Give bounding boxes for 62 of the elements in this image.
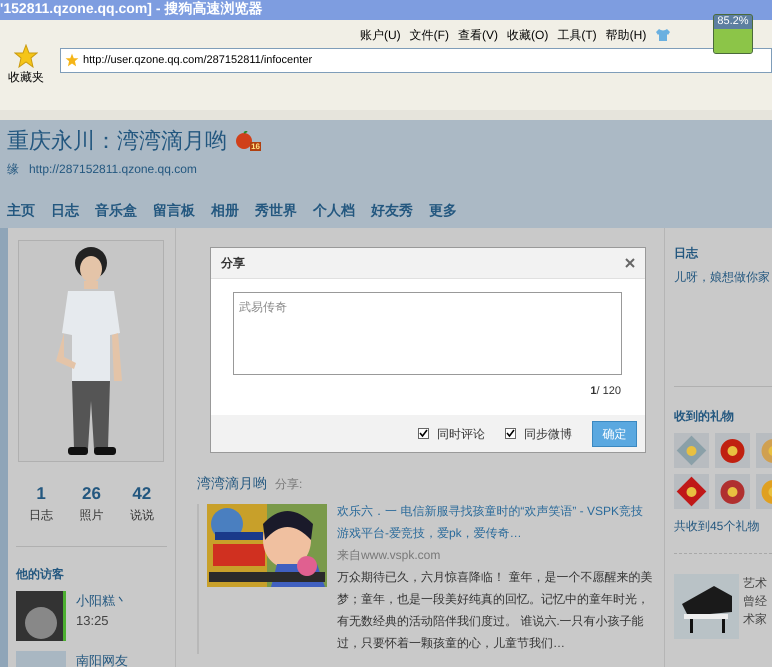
action-label: 分享: bbox=[275, 476, 302, 493]
nav-link[interactable]: 好友秀 bbox=[371, 200, 413, 221]
nav-link[interactable]: 日志 bbox=[51, 200, 79, 221]
gift-description: 术家 bbox=[743, 611, 767, 628]
stat-label: 说说 bbox=[130, 507, 154, 524]
nav-link[interactable]: 相册 bbox=[211, 200, 239, 221]
share-textarea[interactable]: 武易传奇 bbox=[233, 292, 622, 375]
visitor-name[interactable]: 南阳网友 bbox=[76, 651, 128, 667]
menu-item[interactable]: 文件(F) bbox=[410, 26, 449, 44]
section-title: 他的访客 bbox=[16, 566, 65, 583]
level-badge: 16 bbox=[235, 130, 261, 150]
nav-link[interactable]: 主页 bbox=[7, 200, 35, 221]
gift-description: 艺术 bbox=[743, 575, 767, 592]
stat-value[interactable]: 42 bbox=[132, 484, 152, 504]
dialog-title: 分享 bbox=[221, 255, 245, 272]
profile-url[interactable]: http://287152811.qzone.qq.com bbox=[29, 160, 197, 178]
section-title: 日志 bbox=[674, 245, 700, 262]
window-title: '152811.qzone.qq.com] - 搜狗高速浏览器 bbox=[0, 0, 262, 16]
favorites-label[interactable]: 收藏夹 bbox=[8, 68, 44, 86]
address-bar[interactable]: http://user.qzone.qq.com/287152811/infocenter bbox=[60, 48, 772, 72]
blog-entry[interactable]: 儿呀，娘想做你家 bbox=[674, 268, 772, 286]
visitor-name[interactable]: 小阳糕丶 bbox=[76, 591, 128, 610]
author-name[interactable]: 湾湾滴月哟 bbox=[197, 473, 267, 494]
nav-link[interactable]: 留言板 bbox=[153, 200, 195, 221]
profile-title: 重庆永川：湾湾滴月哟 bbox=[7, 127, 227, 155]
menu-item[interactable]: 工具(T) bbox=[557, 26, 597, 44]
share-text: 万众期待已久，六月惊喜降临！ 童年，是一个不愿醒来的美梦；童年，也是一段美好纯真的回忆。记忆中的童年时光，有无数经典的活动陪伴我们度过。 谁说六.一只有小孩子能过，只要怀着一颗孩童的心，儿童节我们… bbox=[337, 569, 654, 652]
share-source[interactable]: 来自www.vspk.com bbox=[337, 544, 654, 566]
checkbox[interactable] bbox=[505, 428, 516, 439]
nav-link[interactable]: 更多 bbox=[429, 200, 457, 221]
meter-reading: 85.2% bbox=[716, 15, 750, 28]
visitor-avatar[interactable] bbox=[16, 591, 66, 641]
stat-label: 照片 bbox=[79, 507, 104, 524]
share-title[interactable]: 欢乐六．一 电信新服寻找孩童时的“欢声笑语” - VSPK竞技游戏平台-爱竞技，爱pk，爱传奇… bbox=[337, 500, 654, 544]
menu-item[interactable]: 收藏(O) bbox=[507, 26, 548, 44]
gift-icon[interactable] bbox=[674, 474, 709, 509]
gift-description: 曾经 bbox=[743, 593, 767, 610]
confirm-button[interactable]: 确定 bbox=[592, 420, 637, 446]
menu-item[interactable]: 帮助(H) bbox=[606, 26, 646, 44]
char-count: 1/ 120 bbox=[590, 384, 621, 399]
nav-link[interactable]: 秀世界 bbox=[255, 200, 297, 221]
nav-link[interactable]: 音乐盒 bbox=[95, 200, 137, 221]
address-text: http://user.qzone.qq.com/287152811/infocenter bbox=[83, 52, 312, 68]
nav-link[interactable]: 个人档 bbox=[313, 200, 355, 221]
visit-time: 13:25 bbox=[76, 612, 110, 630]
star-icon[interactable] bbox=[14, 44, 38, 68]
star-icon bbox=[65, 53, 79, 67]
close-icon[interactable] bbox=[625, 258, 635, 268]
gift-count[interactable]: 共收到45个礼物 bbox=[674, 517, 772, 535]
gift-icon[interactable] bbox=[715, 433, 750, 468]
shirt-icon[interactable] bbox=[655, 28, 672, 42]
stat-value[interactable]: 26 bbox=[82, 484, 101, 504]
stat-label: 日志 bbox=[29, 507, 54, 524]
menu-item[interactable]: 查看(V) bbox=[458, 26, 498, 44]
checkbox-label[interactable]: 同时评论 bbox=[437, 424, 485, 442]
checkbox-label[interactable]: 同步微博 bbox=[524, 424, 572, 442]
gift-icon[interactable] bbox=[715, 474, 750, 509]
section-title: 收到的礼物 bbox=[674, 408, 735, 425]
menu-item[interactable]: 账户(U) bbox=[360, 26, 401, 44]
motto: 缘 bbox=[7, 161, 19, 178]
stat-value[interactable]: 1 bbox=[36, 484, 46, 504]
checkbox[interactable] bbox=[418, 428, 429, 439]
